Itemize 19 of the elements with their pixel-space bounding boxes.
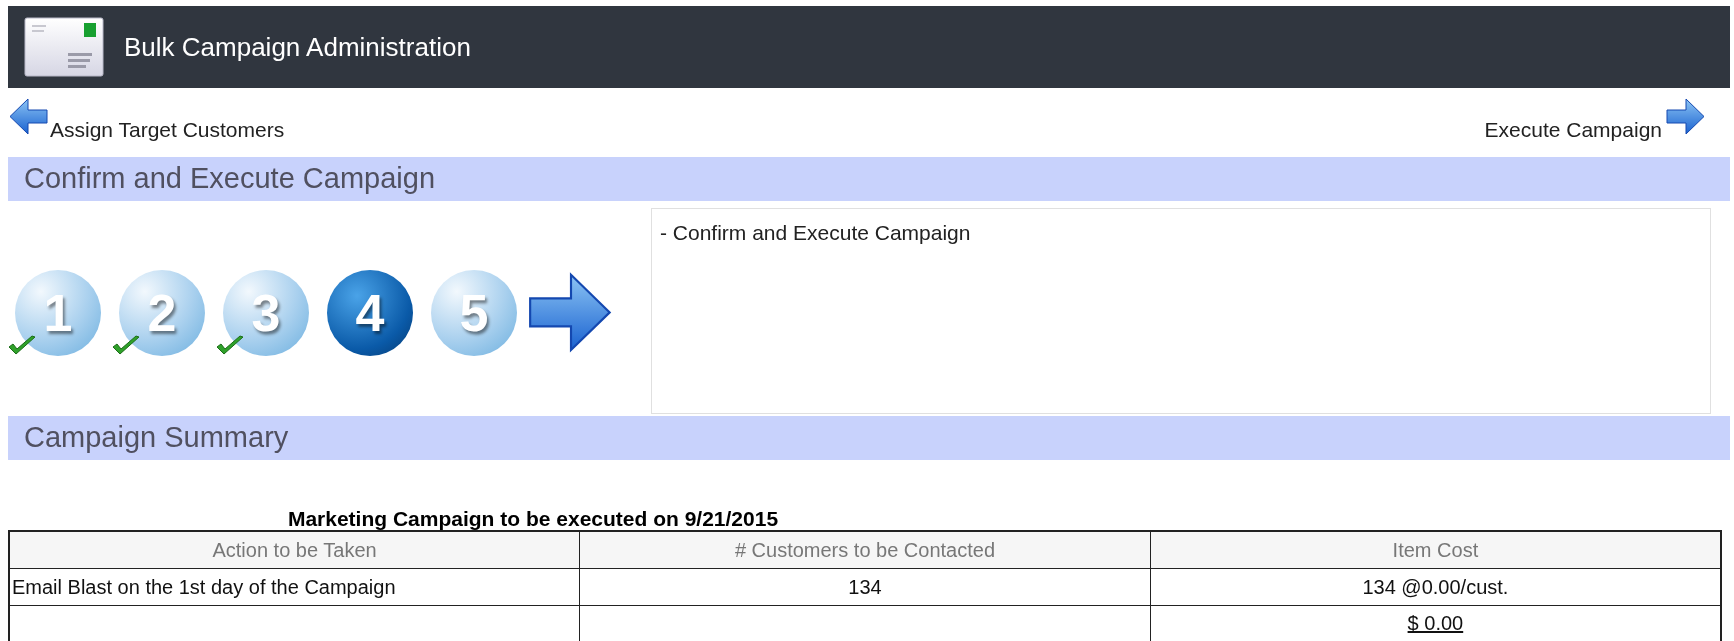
table-cell: 134 @0.00/cust.	[1362, 575, 1509, 598]
total-amount: $ 0.00	[1407, 612, 1464, 635]
step-number: 3	[223, 269, 309, 356]
table-cell: 134	[848, 575, 882, 598]
column-header: # Customers to be Contacted	[579, 531, 1151, 568]
next-link[interactable]: Execute Campaign	[1484, 94, 1706, 145]
envelope-icon	[24, 17, 104, 77]
step-number: 5	[431, 269, 517, 356]
table-title: Marketing Campaign to be executed on 9/21/2015	[286, 508, 780, 530]
section-header: Confirm and Execute Campaign	[8, 157, 1730, 201]
column-header: Action to be Taken	[9, 531, 580, 568]
step-number: 2	[119, 269, 205, 356]
step-number: 4	[327, 269, 413, 356]
section-header: Campaign Summary	[8, 416, 1730, 460]
back-link[interactable]: Assign Target Customers	[8, 94, 285, 145]
step-number: 1	[15, 269, 101, 356]
app-title: Bulk Campaign Administration	[124, 30, 471, 64]
description-box: - Confirm and Execute Campaign	[651, 208, 1711, 414]
table-cell: Email Blast on the 1st day of the Campaign	[12, 575, 396, 598]
